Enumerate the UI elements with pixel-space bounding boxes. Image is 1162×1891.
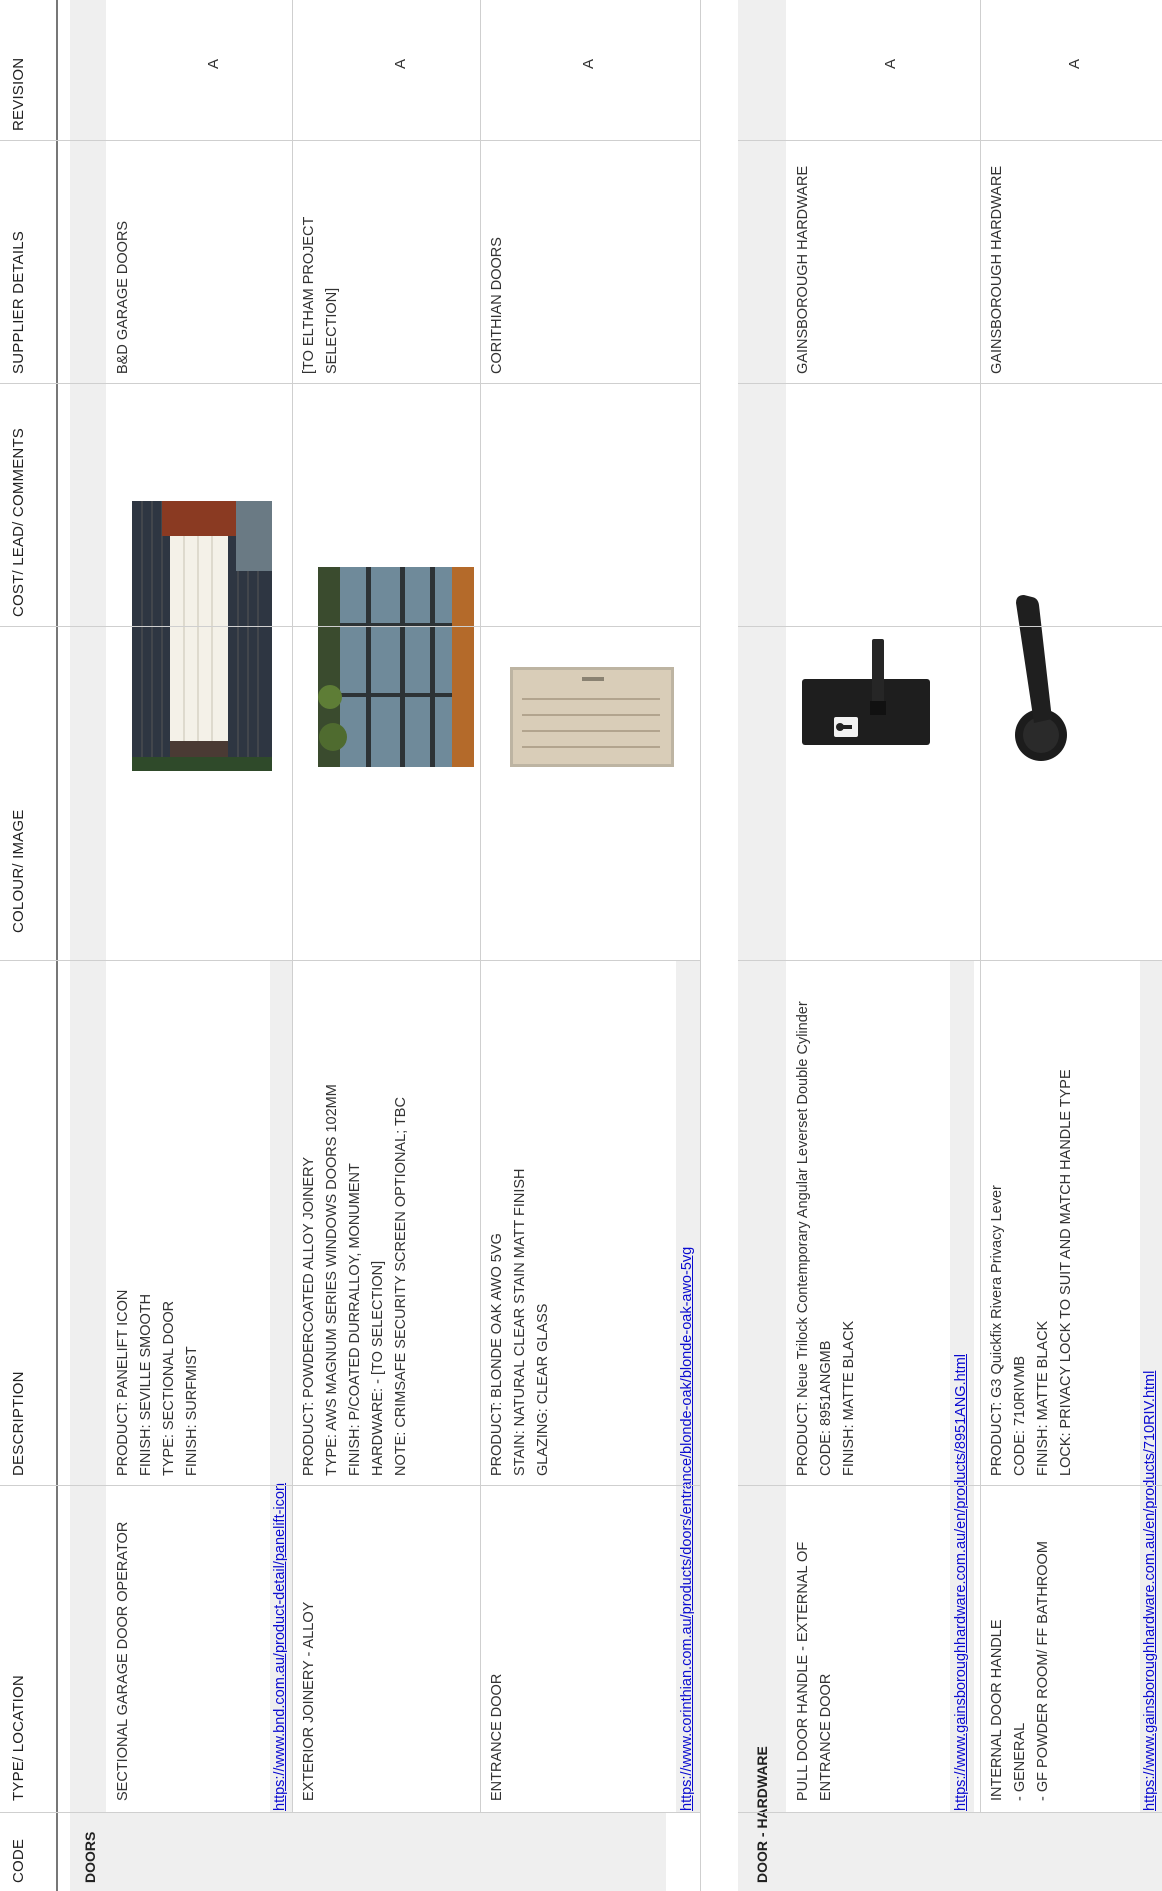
description-line: NOTE: CRIMSAFE SECURITY SCREEN OPTIONAL;… <box>393 1097 409 1476</box>
type-location-line: INTERNAL DOOR HANDLE <box>989 1619 1005 1801</box>
header-supplier-details: SUPPLIER DETAILS <box>10 231 27 374</box>
column-divider <box>0 140 700 141</box>
column-divider <box>0 960 700 961</box>
row-code-cell <box>106 1813 292 1891</box>
product-link[interactable]: https://www.gainsboroughhardware.com.au/… <box>953 1354 969 1811</box>
description-line: FINISH: MATTE BLACK <box>1035 1320 1051 1476</box>
column-divider <box>738 383 1162 384</box>
column-divider <box>0 1485 700 1486</box>
description-line: LOCK: PRIVACY LOCK TO SUIT AND MATCH HAN… <box>1058 1069 1074 1476</box>
revision-value: A <box>392 58 409 69</box>
specification-sheet: CODE TYPE/ LOCATION DESCRIPTION COLOUR/ … <box>0 0 1162 1891</box>
header-type-location: TYPE/ LOCATION <box>10 1675 27 1801</box>
header-description: DESCRIPTION <box>10 1371 27 1476</box>
column-divider <box>738 960 1162 961</box>
header-cost-lead-comments: COST/ LEAD/ COMMENTS <box>10 427 27 617</box>
type-location-line: SECTIONAL GARAGE DOOR OPERATOR <box>115 1521 131 1801</box>
row-code-cell <box>980 1813 1162 1891</box>
description-line: FINISH: SURFMIST <box>184 1346 200 1476</box>
column-divider <box>0 383 700 384</box>
description-line: STAIN: NATURAL CLEAR STAIN MATT FINISH <box>512 1168 528 1477</box>
product-link[interactable]: https://www.bnd.com.au/product-detail/pa… <box>272 1483 288 1811</box>
header-rule <box>56 0 58 1891</box>
supplier-line: GAINSBOROUGH HARDWARE <box>795 165 811 374</box>
revision-value: A <box>205 58 222 69</box>
garage-door-photo <box>132 501 272 771</box>
type-location-line: PULL DOOR HANDLE - EXTERNAL OF <box>795 1541 811 1801</box>
description-line: FINISH: MATTE BLACK <box>841 1320 857 1476</box>
description-line: PRODUCT: Neue Trilock Contemporary Angul… <box>795 1001 811 1476</box>
row-code-cell <box>292 1813 480 1891</box>
supplier-line: GAINSBOROUGH HARDWARE <box>989 165 1005 374</box>
description-line: TYPE: SECTIONAL DOOR <box>161 1300 177 1476</box>
row-code-cell <box>786 1813 980 1891</box>
doors-section-header <box>70 0 106 1891</box>
leverset-photo <box>792 615 942 765</box>
description-line: CODE: 710RIVMB <box>1012 1355 1028 1476</box>
header-colour-image: COLOUR/ IMAGE <box>10 809 27 933</box>
description-line: GLAZING: CLEAR GLASS <box>535 1303 551 1476</box>
description-line: PRODUCT: G3 Quickfix Rivera Privacy Leve… <box>989 1185 1005 1476</box>
sliding-door-photo <box>318 567 474 767</box>
description-line: FINISH: SEVILLE SMOOTH <box>138 1293 154 1476</box>
description-line: CODE: 8951ANGMB <box>818 1340 834 1476</box>
row-divider <box>700 0 701 1891</box>
type-location-line: ENTRANCE DOOR <box>818 1673 834 1801</box>
row-divider <box>480 0 481 1891</box>
row-divider <box>292 0 293 1891</box>
revision-value: A <box>1066 58 1083 69</box>
product-link[interactable]: https://www.gainsboroughhardware.com.au/… <box>1142 1371 1158 1811</box>
header-code: CODE <box>10 1838 27 1883</box>
section-title-doors: DOORS <box>82 1831 98 1883</box>
supplier-line: B&D GARAGE DOORS <box>115 220 131 374</box>
privacy-lever-photo <box>996 593 1086 763</box>
column-divider <box>738 140 1162 141</box>
row-code-cell <box>480 1813 666 1891</box>
description-line: TYPE: AWS MAGNUM SERIES WINDOWS DOORS 10… <box>324 1084 340 1476</box>
row-divider <box>980 0 981 1891</box>
column-divider <box>738 1812 1162 1813</box>
hardware-section-header <box>738 0 786 1891</box>
column-divider <box>0 1812 700 1813</box>
column-divider <box>738 1485 1162 1486</box>
type-location-line: - GENERAL <box>1012 1722 1028 1801</box>
description-line: FINISH: P/COATED DURRALLOY, MONUMENT <box>347 1163 363 1476</box>
description-line: PRODUCT: POWDERCOATED ALLOY JOINERY <box>301 1156 317 1476</box>
type-location-line: EXTERIOR JOINERY - ALLOY <box>301 1601 317 1801</box>
revision-value: A <box>580 58 597 69</box>
description-line: PRODUCT: BLONDE OAK AWO 5VG <box>489 1233 505 1476</box>
column-divider <box>0 626 700 627</box>
entrance-door-photo <box>510 667 674 767</box>
description-line: PRODUCT: PANELIFT ICON <box>115 1289 131 1476</box>
supplier-line: SELECTION] <box>324 287 340 374</box>
product-link[interactable]: https://www.corinthian.com.au/products/d… <box>679 1247 695 1811</box>
supplier-line: CORITHIAN DOORS <box>489 237 505 374</box>
column-divider <box>738 626 1162 627</box>
description-line: HARDWARE: - [TO SELECTION] <box>370 1260 386 1476</box>
type-location-line: ENTRANCE DOOR <box>489 1673 505 1801</box>
revision-value: A <box>882 58 899 69</box>
section-title-door-hardware: DOOR - HARDWARE <box>754 1746 770 1883</box>
supplier-line: [TO ELTHAM PROJECT <box>301 216 317 374</box>
type-location-line: - GF POWDER ROOM/ FF BATHROOM <box>1035 1541 1051 1801</box>
header-revision: REVISION <box>10 57 27 131</box>
